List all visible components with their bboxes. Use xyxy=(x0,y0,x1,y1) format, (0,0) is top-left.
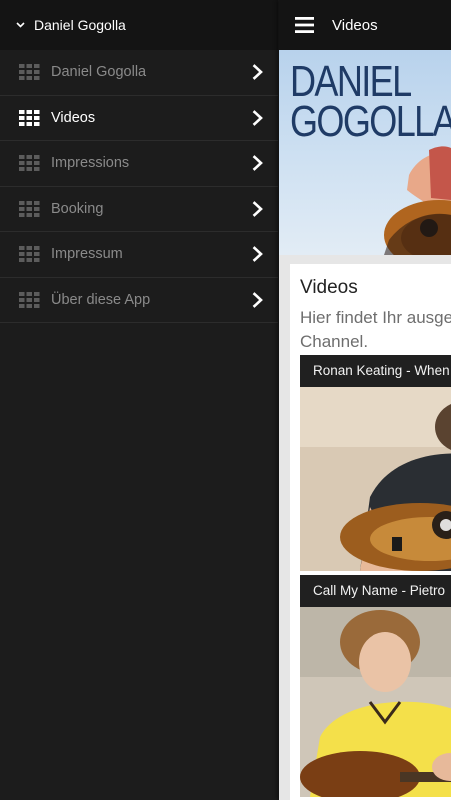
grid-icon xyxy=(19,64,40,81)
grid-icon xyxy=(19,109,40,126)
chevron-right-icon xyxy=(252,291,263,308)
app-bar: Videos xyxy=(279,0,451,50)
chevron-down-icon xyxy=(14,19,26,31)
section-title: Videos xyxy=(300,277,358,298)
chevron-right-icon xyxy=(252,200,263,217)
drawer-item-label: Videos xyxy=(51,109,96,126)
chevron-right-icon xyxy=(252,64,263,81)
hero-title: DANIEL GOGOLLA xyxy=(290,57,451,146)
drawer-item-label: Booking xyxy=(51,200,104,217)
grid-icon xyxy=(19,155,40,172)
drawer-item-ueber-diese-app[interactable]: Über diese App xyxy=(0,278,278,323)
video-item[interactable]: Call My Name - Pietro xyxy=(300,575,451,797)
hero-banner: DANIEL GOGOLLA xyxy=(279,50,451,255)
drawer-item-impressions[interactable]: Impressions xyxy=(0,141,278,187)
chevron-right-icon xyxy=(252,155,263,172)
section-description: Hier findet Ihr ausge Tube Channel. xyxy=(300,308,451,351)
drawer-header[interactable]: Daniel Gogolla xyxy=(0,0,278,50)
content-card: Videos Hier findet Ihr ausge Tube Channe… xyxy=(290,264,451,800)
drawer-item-label: Über diese App xyxy=(51,291,151,308)
drawer-header-title: Daniel Gogolla xyxy=(34,17,126,33)
drawer-item-label: Impressions xyxy=(51,155,130,172)
video-title: Call My Name - Pietro xyxy=(300,575,451,607)
drawer-item-label: Impressum xyxy=(51,246,123,263)
grid-icon xyxy=(19,200,40,217)
drawer-item-videos[interactable]: Videos xyxy=(0,96,278,141)
main-content: Videos DANIEL GOGOLLA Videos Hier findet… xyxy=(279,0,451,800)
app-bar-title: Videos xyxy=(332,16,378,34)
grid-icon xyxy=(19,246,40,263)
drawer-item-label: Daniel Gogolla xyxy=(51,64,147,81)
hamburger-menu-icon[interactable] xyxy=(295,17,314,33)
drawer-item-booking[interactable]: Booking xyxy=(0,187,278,232)
hero-title-line2: GOGOLLA xyxy=(290,96,451,146)
video-thumbnail[interactable]: Sa xyxy=(300,387,451,571)
video-thumbnail[interactable] xyxy=(300,607,451,797)
navigation-drawer: Daniel Gogolla Daniel Gogolla Videos Imp… xyxy=(0,0,278,800)
grid-icon xyxy=(19,291,40,308)
drawer-item-daniel-gogolla[interactable]: Daniel Gogolla xyxy=(0,50,278,96)
video-title: Ronan Keating - When xyxy=(300,355,451,387)
video-item[interactable]: Ronan Keating - When Sa xyxy=(300,355,451,571)
hero-title-line1: DANIEL xyxy=(290,57,412,106)
drawer-item-impressum[interactable]: Impressum xyxy=(0,232,278,278)
chevron-right-icon xyxy=(252,246,263,263)
chevron-right-icon xyxy=(252,109,263,126)
